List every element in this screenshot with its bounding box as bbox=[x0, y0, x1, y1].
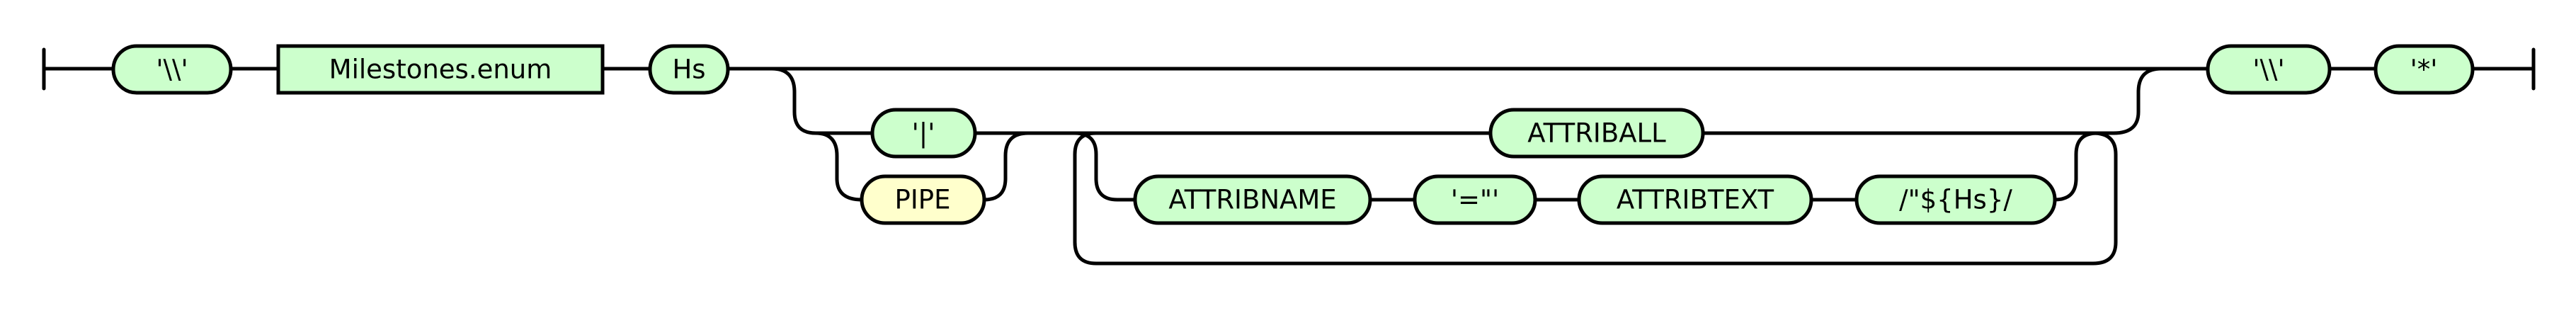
node-attriball-label: ATTRIBALL bbox=[1527, 118, 1666, 149]
branch-out-of-pipe-ref bbox=[982, 131, 1030, 202]
attrib-sequence-entry bbox=[1073, 131, 1137, 202]
railroad-diagram: '\\' Milestones.enum Hs '|' PIPE ATTRIBA… bbox=[42, 44, 2536, 266]
branch-down-to-pipe bbox=[770, 67, 874, 135]
node-pipe-lit: '|' bbox=[870, 108, 977, 159]
branch-into-pipe-ref bbox=[814, 131, 864, 202]
node-pipe-lit-label: '|' bbox=[912, 118, 935, 149]
node-attribname-label: ATTRIBNAME bbox=[1168, 185, 1336, 215]
node-star: '*' bbox=[2373, 44, 2475, 95]
node-end-sep-label: '\\' bbox=[2252, 55, 2284, 85]
node-end-sep: '\\' bbox=[2206, 44, 2332, 95]
node-hs: Hs bbox=[648, 44, 730, 95]
node-regex-hs: /"${Hs}/ bbox=[1854, 174, 2057, 225]
node-attribtext-label: ATTRIBTEXT bbox=[1617, 185, 1774, 215]
node-star-label: '*' bbox=[2410, 55, 2438, 85]
node-start-sep-label: '\\' bbox=[156, 55, 188, 85]
node-eq-quote-label: '="' bbox=[1451, 185, 1499, 215]
node-start-sep: '\\' bbox=[111, 44, 233, 95]
node-milestones-label: Milestones.enum bbox=[329, 55, 552, 85]
node-pipe-ref: PIPE bbox=[860, 174, 986, 225]
branch-return-up bbox=[2111, 67, 2163, 135]
node-hs-label: Hs bbox=[672, 55, 705, 85]
node-pipe-ref-label: PIPE bbox=[895, 185, 951, 215]
node-eq-quote: '="' bbox=[1413, 174, 1537, 225]
node-attribtext: ATTRIBTEXT bbox=[1577, 174, 1813, 225]
node-milestones: Milestones.enum bbox=[276, 44, 605, 95]
node-regex-hs-label: /"${Hs}/ bbox=[1899, 185, 2012, 215]
attrib-sequence-exit bbox=[2053, 131, 2099, 202]
node-attribname: ATTRIBNAME bbox=[1133, 174, 1372, 225]
node-attriball: ATTRIBALL bbox=[1488, 108, 1705, 159]
